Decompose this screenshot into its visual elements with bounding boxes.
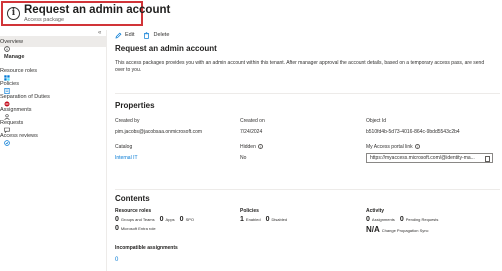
edit-button[interactable]: Edit — [115, 32, 134, 39]
spo-count[interactable]: 0 — [180, 216, 184, 223]
contents-heading: Contents — [115, 194, 150, 203]
sidebar-item-label: Resource roles — [0, 67, 37, 74]
edit-button-label: Edit — [125, 32, 135, 38]
resource-roles-stats: 0 Groups and Teams 0 Apps 0 SPO — [115, 216, 199, 223]
page-title: Request an admin account — [24, 4, 171, 16]
properties-heading: Properties — [115, 101, 155, 110]
pencil-icon — [115, 32, 122, 38]
sidebar-item-label: Assignments — [0, 106, 32, 113]
info-icon: i — [7, 7, 20, 20]
sidebar-item-label: Requests — [0, 119, 24, 126]
sidebar-item-label: Separation of Duties — [0, 93, 50, 100]
pending-requests-label: Pending Requests — [405, 217, 439, 222]
sync-value: N/A — [366, 225, 380, 234]
divider — [115, 189, 500, 190]
incompatible-count[interactable]: 0 — [115, 257, 118, 263]
divider — [115, 93, 500, 94]
sidebar: « Overview Manage Resource roles Policie… — [0, 30, 107, 271]
disabled-count[interactable]: 0 — [266, 216, 270, 223]
portal-link-value: https://myaccess.microsoft.com/@identity… — [370, 155, 475, 161]
sidebar-item-assignments[interactable]: Assignments — [0, 104, 106, 120]
sync-stat: N/A Change Propagation Sync — [366, 225, 433, 234]
trash-icon — [144, 31, 150, 39]
more-options-icon[interactable]: ··· — [150, 4, 160, 11]
enabled-count[interactable]: 1 — [240, 216, 244, 223]
disabled-label: Disabled — [271, 217, 288, 222]
pending-requests-count[interactable]: 0 — [400, 216, 404, 223]
delete-button[interactable]: Delete — [143, 31, 170, 39]
info-icon[interactable]: i — [257, 144, 263, 150]
assignments-count[interactable]: 0 — [366, 216, 370, 223]
groups-teams-label: Groups and Teams — [120, 217, 155, 222]
catalog-link[interactable]: Internal IT — [115, 155, 138, 161]
info-icon[interactable]: i — [414, 144, 420, 150]
resource-roles-heading: Resource roles — [115, 208, 152, 214]
entra-role-stat: 0 Microsoft Entra role — [115, 225, 161, 232]
sync-label: Change Propagation Sync — [381, 228, 429, 233]
hidden-label: Hidden — [240, 144, 256, 150]
portal-link-label: My Access portal link — [366, 144, 413, 150]
incompatible-heading: Incompatible assignments — [115, 245, 178, 251]
created-by-value: pim.jacobs@jacobsaa.onmicrosoft.com — [115, 129, 203, 135]
object-id-label: Object Id — [366, 118, 387, 124]
sidebar-item-access-reviews[interactable]: Access reviews — [0, 130, 106, 146]
policies-heading: Policies — [240, 208, 259, 214]
sidebar-item-label: Policies — [0, 80, 19, 87]
spo-label: SPO — [185, 217, 195, 222]
title-highlight-box: i Request an admin account Access packag… — [1, 1, 170, 26]
delete-button-label: Delete — [153, 32, 170, 38]
apps-label: Apps — [165, 217, 175, 222]
main-description: This access packages provides you with a… — [115, 60, 485, 73]
copy-icon[interactable] — [485, 155, 490, 162]
sidebar-item-requests[interactable]: Requests — [0, 117, 106, 133]
entra-role-count[interactable]: 0 — [115, 225, 119, 232]
apps-count[interactable]: 0 — [160, 216, 164, 223]
activity-heading: Activity — [366, 208, 385, 214]
portal-link-field[interactable]: https://myaccess.microsoft.com/@identity… — [366, 153, 493, 163]
object-id-value: b510fd4b-5d73-4016-864c-9bdd5543c2b4 — [366, 129, 460, 135]
catalog-label: Catalog — [115, 144, 133, 150]
page-header: i Request an admin account Access packag… — [0, 0, 502, 30]
entra-role-label: Microsoft Entra role — [120, 226, 156, 231]
sidebar-item-separation-of-duties[interactable]: Separation of Duties — [0, 91, 106, 106]
page-subtitle: Access package — [24, 17, 65, 23]
sidebar-item-label: Access reviews — [0, 132, 38, 139]
created-on-label: Created on — [240, 118, 265, 124]
sidebar-section-manage: Manage — [4, 54, 25, 60]
hidden-label-row: Hidden i — [240, 144, 263, 150]
sidebar-item-label: Overview — [0, 38, 23, 45]
groups-teams-count[interactable]: 0 — [115, 216, 119, 223]
portal-link-label-row: My Access portal link i — [366, 144, 420, 150]
command-bar: Edit Delete — [115, 30, 178, 40]
enabled-label: Enabled — [245, 217, 261, 222]
sidebar-item-resource-roles[interactable]: Resource roles — [0, 65, 106, 81]
created-by-label: Created by — [115, 118, 140, 124]
sidebar-item-policies[interactable]: Policies — [0, 78, 106, 94]
main-heading: Request an admin account — [115, 44, 217, 53]
activity-stats: 0 Assignments 0 Pending Requests — [366, 216, 443, 223]
created-on-value: 7/24/2024 — [240, 129, 263, 135]
sidebar-item-overview[interactable]: Overview — [0, 36, 106, 52]
policies-stats: 1 Enabled 0 Disabled — [240, 216, 292, 223]
page: i Request an admin account Access packag… — [0, 0, 502, 271]
hidden-value: No — [240, 155, 247, 161]
assignments-label: Assignments — [371, 217, 395, 222]
